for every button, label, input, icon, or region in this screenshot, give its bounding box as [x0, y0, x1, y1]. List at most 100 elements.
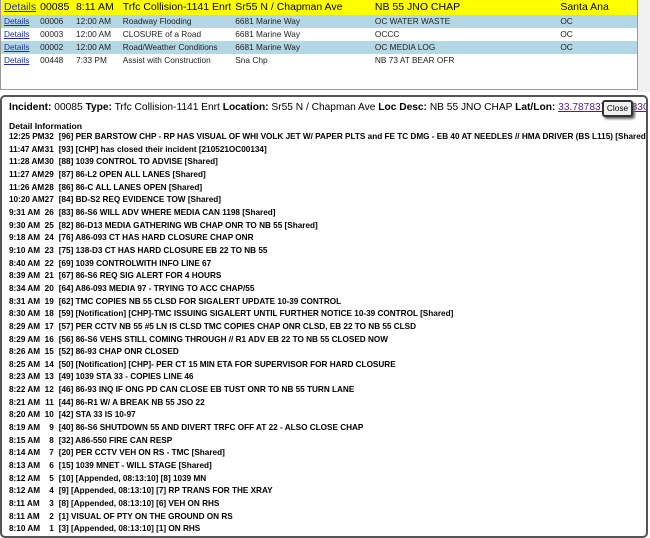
- incident-desc-cell: NB 73 AT BEAR OFR: [370, 54, 557, 67]
- incident-row[interactable]: Details 00006 12:00 AM Roadway Flooding 6681…: [0, 15, 638, 28]
- log-entry: 9:10 AM 23 [75] 138-D3 CT HAS HARD CLOSURE…: [9, 245, 646, 258]
- incident-label: Incident:: [9, 102, 52, 113]
- type-label: Type:: [85, 102, 112, 113]
- incident-row[interactable]: Details 00448 7:33 PM Assist with Construct…: [0, 54, 638, 67]
- log-number: 4: [49, 486, 54, 496]
- log-text: [87] 86-L2 OPEN ALL LANES [Shared]: [58, 169, 206, 179]
- log-time: 8:12 AM: [9, 486, 41, 496]
- log-number: 23: [44, 245, 54, 255]
- log-entry: 8:19 AM 9 [40] 86-S6 SHUTDOWN 55 AND DIVER…: [9, 422, 646, 435]
- log-number: 11: [45, 397, 54, 407]
- log-time: 8:21 AM: [9, 397, 41, 407]
- location-label: Location:: [222, 102, 269, 113]
- log-entry: 8:10 AM 1 [3] [Appended, 08:13:10] [1] ON …: [9, 523, 646, 536]
- log-number: 12: [44, 385, 54, 395]
- log-entry: 8:29 AM 17 [57] PER CCTV NB 55 #5 LN IS CL…: [9, 321, 646, 334]
- log-entry: 8:13 AM 6 [15] 1039 MNET - WILL STAGE [Sha…: [9, 460, 646, 473]
- incident-area-cell: Santa Ana: [556, 0, 638, 15]
- detail-information-title: Detail Information: [9, 121, 83, 131]
- log-text: [44] 86-R1 W/ A BREAK NB 55 JSO 22: [58, 397, 205, 407]
- log-text: [49] 1039 STA 33 - COPIES LINE 46: [58, 372, 194, 382]
- log-entry: 9:31 AM 26 [83] 86-S6 WILL ADV WHERE MEDIA…: [9, 207, 646, 220]
- incident-id-cell: 00085: [36, 0, 72, 15]
- log-text: [3] [Appended, 08:13:10] [1] ON RHS: [58, 524, 201, 534]
- log-time: 12:25 PM: [9, 132, 45, 141]
- incident-id-cell: 00003: [36, 28, 72, 41]
- log-time: 8:22 AM: [9, 385, 41, 395]
- incident-list-body: Details 00085 8:11 AM Trfc Collision-1141 E…: [0, 0, 638, 67]
- log-entry: 8:15 AM 8 [32] A86-550 FIRE CAN RESP: [9, 435, 646, 448]
- log-time: 8:30 AM: [9, 309, 41, 319]
- log-number: 6: [49, 461, 54, 471]
- log-text: [62] TMC COPIES NB 55 CLSD FOR SIGALERT …: [58, 296, 342, 306]
- incident-detail-panel: Incident: 00085 Type: Trfc Collision-114…: [0, 95, 648, 538]
- log-number: 14: [44, 359, 54, 369]
- incident-header: Incident: 00085 Type: Trfc Collision-114…: [9, 101, 646, 115]
- log-entry: 11:27 AM 29 [87] 86-L2 OPEN ALL LANES [Sha…: [9, 169, 646, 182]
- log-entry: 8:29 AM 16 [56] 86-S6 VEHS STILL COMING TH…: [9, 334, 646, 347]
- log-text: [75] 138-D3 CT HAS HARD CLOSURE EB 22 TO…: [58, 245, 268, 255]
- log-text: [56] 86-S6 VEHS STILL COMING THROUGH // …: [58, 334, 388, 344]
- log-number: 25: [44, 220, 54, 230]
- log-entry: 8:30 AM 18 [59] [Notification] [CHP]-TMC I…: [9, 308, 646, 321]
- log-entry: 12:25 PM 32 [96] PER BARSTOW CHP - RP HAS …: [9, 131, 646, 144]
- incident-area-cell: OC: [556, 41, 638, 54]
- log-text: [82] 86-D13 MEDIA GATHERING WB CHAP ONR …: [58, 220, 318, 230]
- loc-desc-label: Loc Desc:: [378, 102, 427, 113]
- close-button[interactable]: Close: [602, 100, 633, 117]
- log-entry: 9:18 AM 24 [76] A86-093 CT HAS HARD CLOSUR…: [9, 232, 646, 245]
- incident-desc-cell: OC MEDIA LOG: [370, 41, 557, 54]
- log-time: 8:29 AM: [9, 321, 41, 331]
- log-time: 8:26 AM: [9, 347, 41, 357]
- incident-desc-cell: NB 55 JNO CHAP: [370, 0, 557, 15]
- log-number: 31: [44, 144, 54, 154]
- incident-row[interactable]: Details 00085 8:11 AM Trfc Collision-1141 E…: [0, 0, 638, 15]
- log-time: 11:47 AM: [9, 144, 45, 154]
- log-entry: 8:11 AM 3 [8] [Appended, 08:13:10] [6] VEH…: [9, 498, 646, 511]
- log-entry: 8:12 AM 5 [10] [Appended, 08:13:10] [8] 10…: [9, 473, 646, 486]
- log-number: 19: [44, 296, 54, 306]
- log-number: 3: [49, 499, 54, 509]
- log-time: 8:20 AM: [9, 410, 41, 420]
- log-time: 9:18 AM: [9, 233, 41, 243]
- log-number: 28: [44, 182, 54, 192]
- log-number: 26: [44, 207, 54, 217]
- incident-desc-cell: OCCC: [370, 28, 557, 41]
- log-time: 11:26 AM: [9, 182, 45, 192]
- log-time: 8:11 AM: [9, 511, 40, 521]
- incident-id-cell: 00002: [36, 41, 72, 54]
- log-text: [88] 1039 CONTROL TO ADVISE [Shared]: [58, 157, 218, 167]
- log-time: 8:19 AM: [9, 423, 41, 433]
- incident-area-cell: OC: [556, 28, 638, 41]
- log-time: 9:10 AM: [9, 245, 41, 255]
- log-text: [84] BD-S2 REQ EVIDENCE TOW [Shared]: [58, 195, 222, 205]
- log-number: 7: [49, 448, 54, 458]
- log-time: 8:15 AM: [9, 435, 41, 445]
- log-time: 8:12 AM: [9, 473, 41, 483]
- log-entry: 8:34 AM 20 [64] A86-093 MEDIA 97 - TRYING …: [9, 283, 646, 296]
- details-link-cell: Details: [0, 0, 37, 15]
- log-text: [32] A86-550 FIRE CAN RESP: [58, 435, 173, 445]
- details-link-cell: Details: [0, 28, 37, 41]
- log-entry: 8:23 AM 13 [49] 1039 STA 33 - COPIES LINE …: [9, 371, 646, 384]
- log-number: 32: [44, 132, 54, 141]
- incident-location-cell: 6681 Marine Way: [231, 15, 371, 28]
- log-entry: 8:22 AM 12 [46] 86-93 INQ IF ONG PD CAN CL…: [9, 384, 646, 397]
- log-text: [83] 86-S6 WILL ADV WHERE MEDIA CAN 1198…: [58, 207, 276, 217]
- log-number: 30: [44, 157, 54, 167]
- incident-row[interactable]: Details 00002 12:00 AM Road/Weather Conditi…: [0, 41, 638, 54]
- log-number: 2: [49, 511, 54, 521]
- log-number: 8: [49, 435, 54, 445]
- details-link[interactable]: Details: [4, 29, 29, 39]
- log-text: [86] 86-C ALL LANES OPEN [Shared]: [58, 182, 203, 192]
- incident-list-scrollbar[interactable]: [638, 0, 650, 92]
- incident-list-table: Details 00085 8:11 AM Trfc Collision-1141 E…: [0, 0, 638, 67]
- details-link[interactable]: Details: [4, 55, 29, 65]
- details-link[interactable]: Details: [4, 42, 29, 52]
- log-time: 8:39 AM: [9, 271, 41, 281]
- details-link[interactable]: Details: [4, 1, 36, 13]
- incident-row[interactable]: Details 00003 12:00 AM CLOSURE of a Road 668…: [0, 28, 638, 41]
- details-link[interactable]: Details: [4, 16, 29, 26]
- lat-lon-label: Lat/Lon:: [515, 102, 556, 113]
- log-number: 1: [49, 524, 54, 534]
